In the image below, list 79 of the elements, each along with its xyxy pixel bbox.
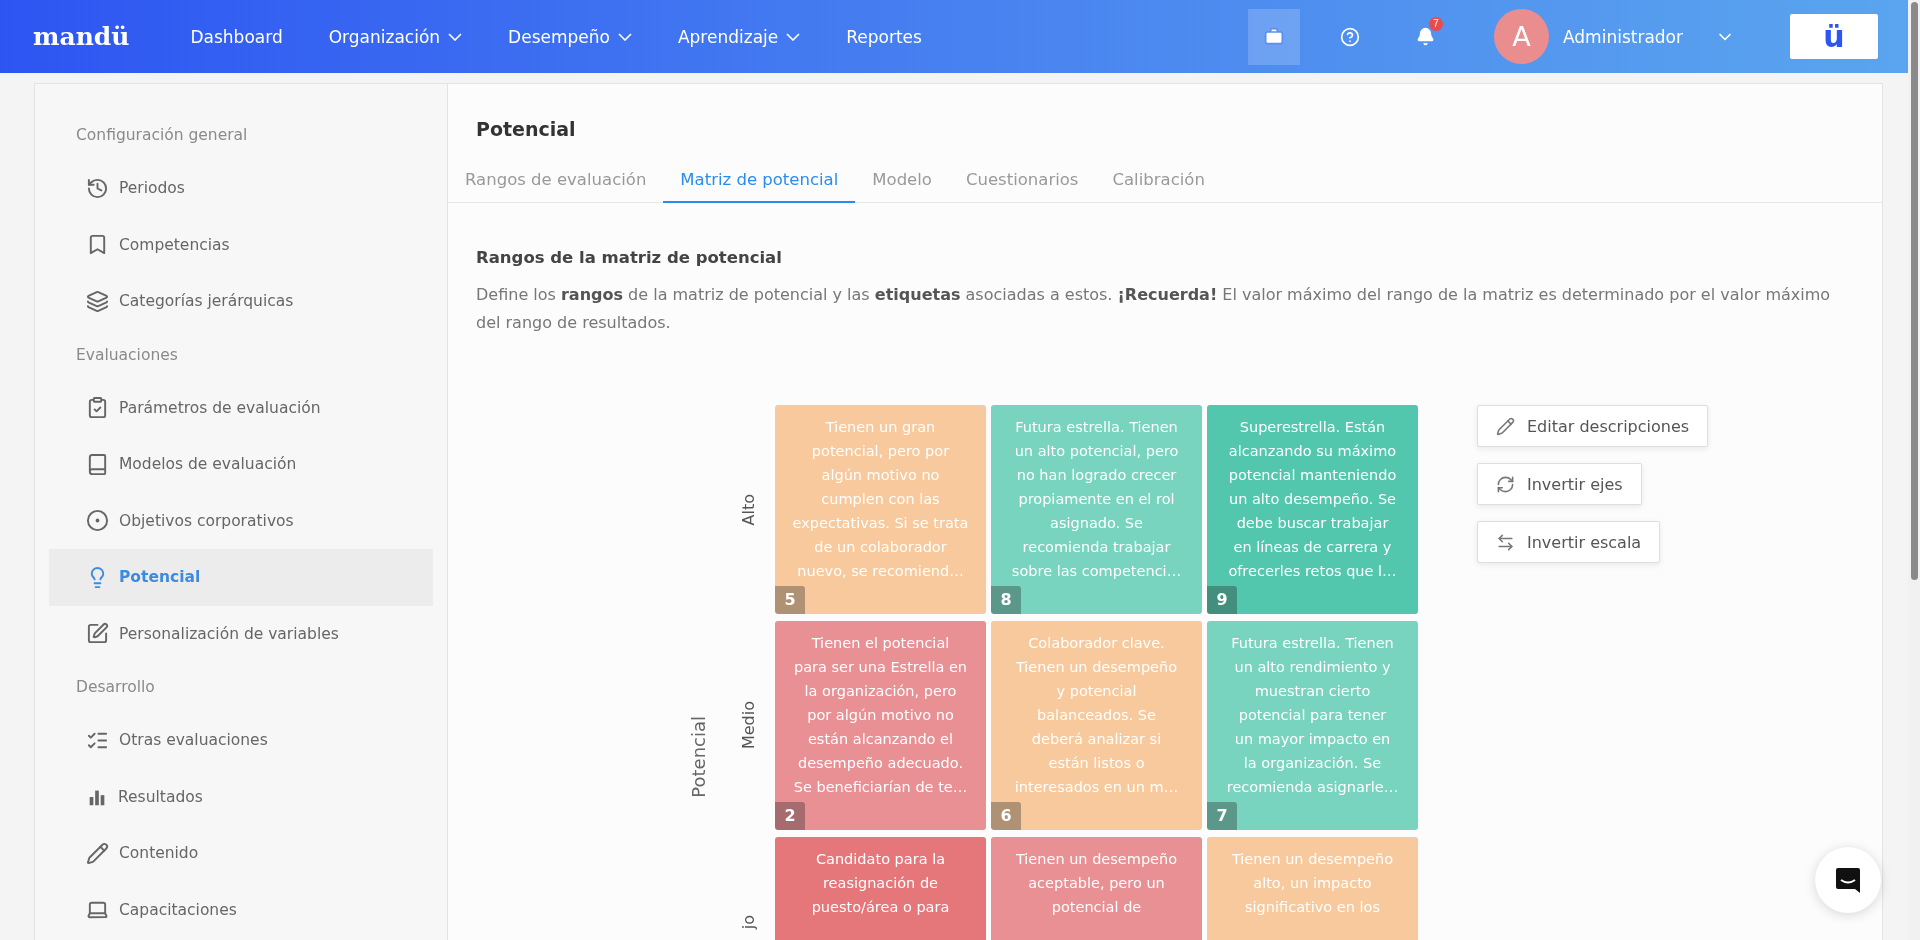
cell-description: Colaborador clave. Tienen un desempeño y potencial balanceados. Se deberá analizar si están listos o interesados en un m… — [1013, 634, 1180, 797]
user-menu[interactable]: Administrador — [1563, 26, 1735, 47]
cell-description: Futura estrella. Tienen un alto potencial, pero no han logrado crecer propiamente en el rol asignado. Se recomienda trabajar sobre las competenci… — [1010, 418, 1183, 581]
matrix-cell[interactable]: Tienen un gran potencial, pero por algún motivo no cumplen con las expectativas. Si se trata de un colaborador nuevo, se recomiend… 5 — [775, 405, 986, 614]
tab[interactable]: Rangos de evaluación — [448, 160, 664, 203]
help-icon — [1340, 26, 1360, 47]
edit-square-icon — [86, 622, 109, 646]
logo[interactable]: mandü — [33, 22, 130, 51]
section-title: Rangos de la matriz de potencial — [476, 248, 783, 267]
sidebar-section-title: Evaluaciones — [76, 345, 178, 364]
cell-description: Tienen un desempeño alto, un impacto significativo en los — [1230, 850, 1395, 917]
nav-link[interactable]: Dashboard — [167, 26, 306, 47]
sidebar-item[interactable]: Potencial — [49, 549, 433, 606]
sidebar-section-title: Desarrollo — [76, 678, 155, 696]
briefcase-icon — [1264, 26, 1284, 47]
history-icon — [86, 176, 109, 200]
cell-number: 8 — [991, 586, 1021, 614]
cell-number: 6 — [991, 802, 1021, 830]
sidebar-item[interactable]: Capacitaciones — [49, 881, 433, 938]
nav-link[interactable]: Desempeño — [485, 26, 655, 47]
sidebar-item[interactable]: Categorías jerárquicas — [49, 273, 433, 330]
sidebar-item[interactable]: Contenido — [49, 825, 433, 882]
rotate-arrows-icon — [1496, 474, 1515, 494]
sidebar-item[interactable]: Objetivos corporativos — [49, 492, 433, 549]
matrix-cell[interactable]: Superestrella. Están alcanzando su máximo potencial manteniendo un alto desempeño. Se debe buscar trabajar en líneas de carrera y ofrecerles retos que l… 9 — [1207, 405, 1418, 614]
cell-number: 9 — [1207, 586, 1237, 614]
nav-link[interactable]: Aprendizaje — [654, 26, 824, 47]
sidebar-item[interactable]: Otras evaluaciones — [49, 712, 433, 769]
tab[interactable]: Calibración — [1095, 160, 1222, 203]
bell-icon — [1416, 27, 1436, 46]
matrix-cell[interactable]: Futura estrella. Tienen un alto potencial, pero no han logrado crecer propiamente en el rol asignado. Se recomienda trabajar sobre las competenci… 8 — [991, 405, 1202, 614]
matrix-cell[interactable]: Tienen un desempeño aceptable, pero un potencial de — [991, 837, 1202, 940]
clipboard-check-icon — [86, 396, 109, 420]
cell-number: 5 — [775, 586, 805, 614]
matrix-cell[interactable]: Colaborador clave. Tienen un desempeño y potencial balanceados. Se deberá analizar si están listos o interesados en un m… 6 — [991, 621, 1202, 830]
matrix-cell[interactable]: Tienen el potencial para ser una Estrella en la organización, pero por algún motivo no están alcanzando el desempeño adecuado. Se beneficiarían de te… 2 — [775, 621, 986, 830]
brand-button[interactable]: ü — [1790, 14, 1878, 59]
sidebar-item[interactable]: Periodos — [49, 160, 433, 217]
target-icon — [86, 509, 109, 533]
cell-description: Tienen el potencial para ser una Estrella en la organización, pero por algún motivo no están alcanzando el desempeño adecuado. Se beneficiarían de te… — [792, 634, 969, 797]
action-button[interactable]: Invertir ejes — [1477, 463, 1642, 505]
cell-description: Candidato para la reasignación de puesto/área o para — [810, 850, 951, 917]
action-button[interactable]: Invertir escala — [1477, 521, 1661, 563]
row-label: Medio — [738, 701, 758, 750]
sidebar-item[interactable]: Modelos de evaluación — [49, 436, 433, 493]
row-label: jo — [738, 914, 758, 929]
matrix-cell[interactable]: Futura estrella. Tienen un alto rendimiento y muestran cierto potencial para tener un mayor impacto en la organización. Se recomienda asignarle… 7 — [1207, 621, 1418, 830]
description: Define los rangos de la matriz de potencial y las etiquetas asociadas a estos. ¡Recuerda! El valor máximo del rango de la matriz es determinado por el valor máximo del rango de resultados. — [476, 284, 1832, 334]
sidebar-item[interactable]: Resultados — [49, 768, 433, 825]
matrix-cell[interactable]: Candidato para la reasignación de puesto/área o para — [775, 837, 986, 940]
nav-link[interactable]: Reportes — [823, 26, 945, 47]
tab[interactable]: Matriz de potencial — [663, 160, 856, 203]
axis-label: Potencial — [688, 716, 709, 798]
cell-number: 7 — [1207, 802, 1237, 830]
avatar[interactable]: A — [1494, 9, 1549, 64]
sidebar-item[interactable]: Personalización de variables — [49, 605, 433, 662]
page-title: Potencial — [475, 117, 577, 140]
cell-number: 2 — [775, 802, 805, 830]
sidebar-item[interactable]: Parámetros de evaluación — [49, 379, 433, 436]
row-label: Alto — [738, 493, 758, 526]
action-button[interactable]: Editar descripciones — [1477, 405, 1709, 447]
cell-description: Superestrella. Están alcanzando su máximo potencial manteniendo un alto desempeño. Se debe buscar trabajar en líneas de carrera y ofrecerles retos que l… — [1227, 418, 1398, 581]
layers-icon — [86, 289, 109, 313]
notification-count: 7 — [1429, 16, 1443, 31]
cell-description: Futura estrella. Tienen un alto rendimiento y muestran cierto potencial para tener un mayor impacto en la organización. Se recomienda asignarle… — [1225, 634, 1400, 797]
book-icon — [86, 452, 109, 476]
briefcase-button[interactable] — [1248, 8, 1300, 65]
sidebar-item[interactable]: Competencias — [49, 216, 433, 273]
pencil-icon — [1496, 416, 1515, 436]
nav-link[interactable]: Organización — [305, 26, 486, 47]
cell-description: Tienen un desempeño aceptable, pero un potencial de — [1014, 850, 1179, 917]
cell-description: Tienen un gran potencial, pero por algún motivo no cumplen con las expectativas. Si se trata de un colaborador nuevo, se recomiend… — [791, 418, 970, 581]
chat-icon — [1833, 865, 1863, 895]
tab[interactable]: Cuestionarios — [948, 160, 1096, 203]
tab[interactable]: Modelo — [855, 160, 949, 203]
sidebar-section-title: Configuración general — [76, 126, 248, 144]
notifications-button[interactable]: 7 — [1400, 8, 1452, 65]
pencil-icon — [86, 841, 109, 865]
swap-arrows-icon — [1496, 532, 1515, 552]
